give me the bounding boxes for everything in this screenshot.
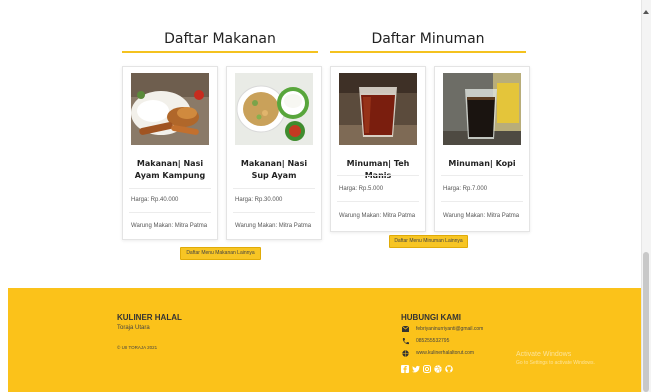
food-section-title: Daftar Makanan [164,31,276,47]
watermark-title: Activate Windows [516,351,572,358]
menu-shop: Warung Makan: Mitra Patma [443,213,520,219]
footer-brand: KULINER HALAL [117,313,182,322]
dribbble-icon[interactable] [434,365,442,373]
envelope-icon [401,325,409,333]
page: Daftar Makanan Daftar Minuman Makanan| N… [0,0,641,392]
instagram-icon[interactable] [423,365,431,373]
menu-shop: Warung Makan: Mitra Patma [131,223,208,229]
social-links [401,365,453,373]
menu-price: Harga: Rp.40.000 [131,197,179,203]
menu-card-nasi-ayam-kampung[interactable]: Makanan| Nasi Ayam Kampung Harga: Rp.40.… [122,66,218,240]
menu-shop: Warung Makan: Mitra Patma [235,223,312,229]
sweet-tea-glass-photo [339,73,417,145]
divider [233,188,315,189]
contact-email-text: febriyaninurriyanti@gmail.com [416,326,484,332]
menu-price: Harga: Rp.7.000 [443,186,488,192]
activate-windows-watermark: Activate Windows Go to Settings to activ… [516,351,595,366]
phone-icon [401,337,409,345]
contact-email[interactable]: febriyaninurriyanti@gmail.com [401,325,483,333]
contact-phone[interactable]: 085255532795 [401,337,449,345]
footer: KULINER HALAL Toraja Utara © UII TORAJA … [8,288,641,392]
fried-chicken-rice-photo [131,73,209,145]
menu-name: Minuman| Kopi [448,159,516,168]
divider [129,188,211,189]
facebook-icon[interactable] [401,365,409,373]
food-title-underline [122,51,318,53]
divider [337,175,419,176]
twitter-icon[interactable] [412,365,420,373]
footer-city: Toraja Utara [117,325,150,331]
menu-name: Minuman| Teh Manis [346,159,410,180]
divider [233,212,315,213]
divider [441,201,523,202]
contact-phone-text: 085255532795 [416,338,450,344]
divider [337,201,419,202]
chicken-soup-rice-photo [235,73,313,145]
more-drink-button[interactable]: Daftar Menu Minuman Lainnya [389,235,468,248]
globe-icon [401,349,409,357]
divider [441,175,523,176]
drink-title-underline [330,51,526,53]
scroll-up-arrow-icon[interactable] [643,10,649,14]
scroll-thumb[interactable] [643,252,649,392]
more-food-button[interactable]: Daftar Menu Makanan Lainnya [180,247,261,260]
footer-copyright: © UII TORAJA 2021 [117,345,158,350]
menu-card-teh-manis[interactable]: Minuman| Teh Manis Harga: Rp.5.000 Warun… [330,66,426,232]
menu-price: Harga: Rp.30.000 [235,197,283,203]
menu-name: Makanan| Nasi Sup Ayam [240,159,308,180]
divider [129,212,211,213]
drink-section-title: Daftar Minuman [371,31,485,47]
github-icon[interactable] [445,365,453,373]
contact-website[interactable]: www.kulinerhalaltorut.com [401,349,474,357]
menu-card-nasi-sup-ayam[interactable]: Makanan| Nasi Sup Ayam Harga: Rp.30.000 … [226,66,322,240]
menu-name: Makanan| Nasi Ayam Kampung [134,159,206,180]
menu-shop: Warung Makan: Mitra Patma [339,213,416,219]
contact-website-text: www.kulinerhalaltorut.com [416,350,475,356]
menu-price: Harga: Rp.5.000 [339,186,384,192]
watermark-subtitle: Go to Settings to activate Windows. [516,360,595,366]
coffee-glass-photo [443,73,521,145]
menu-card-kopi[interactable]: Minuman| Kopi Harga: Rp.7.000 Warung Mak… [434,66,530,232]
vertical-scrollbar[interactable] [641,0,651,392]
contact-title: HUBUNGI KAMI [401,313,461,322]
